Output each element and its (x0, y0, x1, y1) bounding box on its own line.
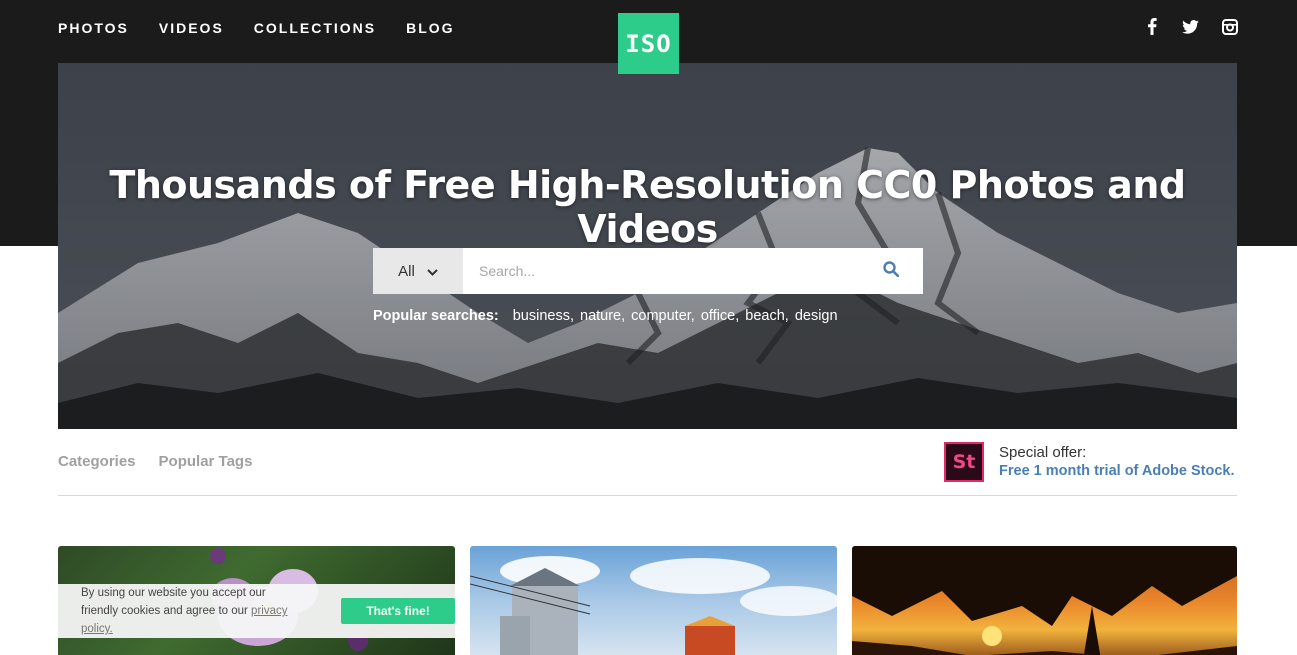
popular-tag-office[interactable]: office, (701, 308, 739, 324)
browse-tabs: Categories Popular Tags (58, 453, 252, 470)
facebook-icon[interactable] (1143, 18, 1160, 35)
twitter-icon[interactable] (1182, 18, 1199, 35)
cookie-banner: By using our website you accept our frie… (58, 584, 455, 638)
site-logo[interactable]: ISO (618, 13, 679, 74)
nav-collections[interactable]: COLLECTIONS (254, 19, 376, 37)
main-nav: PHOTOS VIDEOS COLLECTIONS BLOG (58, 19, 485, 37)
sunset-tree-photo (852, 546, 1237, 655)
chevron-down-icon (427, 263, 438, 280)
search-type-value: All (398, 262, 415, 280)
section-divider (58, 495, 1237, 496)
grain-elevator-photo (470, 556, 837, 655)
nav-blog[interactable]: BLOG (406, 19, 454, 37)
popular-tag-beach[interactable]: beach, (745, 308, 789, 324)
nav-videos[interactable]: VIDEOS (159, 19, 224, 37)
nav-photos[interactable]: PHOTOS (58, 19, 129, 37)
cookie-accept-button[interactable]: That's fine! (341, 598, 455, 624)
cookie-message-text: By using our website you accept our frie… (81, 587, 266, 617)
special-offer: St Special offer: Free 1 month trial of … (944, 442, 1235, 482)
popular-searches-label: Popular searches: (373, 308, 499, 324)
offer-link[interactable]: Free 1 month trial of Adobe Stock. (999, 463, 1235, 479)
search-bar: All (373, 248, 923, 294)
social-links (1143, 18, 1238, 35)
photo-card-grain-elevator[interactable] (470, 546, 837, 655)
search-icon (883, 260, 900, 282)
popular-tag-business[interactable]: business, (513, 308, 574, 324)
tab-categories[interactable]: Categories (58, 453, 136, 470)
offer-heading: Special offer: (999, 444, 1087, 461)
popular-tag-nature[interactable]: nature, (580, 308, 625, 324)
cookie-message: By using our website you accept our frie… (81, 584, 301, 638)
adobe-stock-logo[interactable]: St (944, 442, 984, 482)
search-input[interactable] (463, 248, 859, 294)
photo-card-sunset-tree[interactable] (852, 546, 1237, 655)
tab-popular-tags[interactable]: Popular Tags (159, 453, 253, 470)
popular-searches: Popular searches: business, nature, comp… (373, 308, 840, 324)
instagram-icon[interactable] (1221, 18, 1238, 35)
hero-title: Thousands of Free High-Resolution CC0 Ph… (109, 163, 1186, 251)
search-button[interactable] (859, 248, 923, 294)
popular-tag-computer[interactable]: computer, (631, 308, 695, 324)
popular-tag-design[interactable]: design (795, 308, 838, 324)
hero-banner: Thousands of Free High-Resolution CC0 Ph… (58, 63, 1237, 429)
search-type-select[interactable]: All (373, 248, 463, 294)
